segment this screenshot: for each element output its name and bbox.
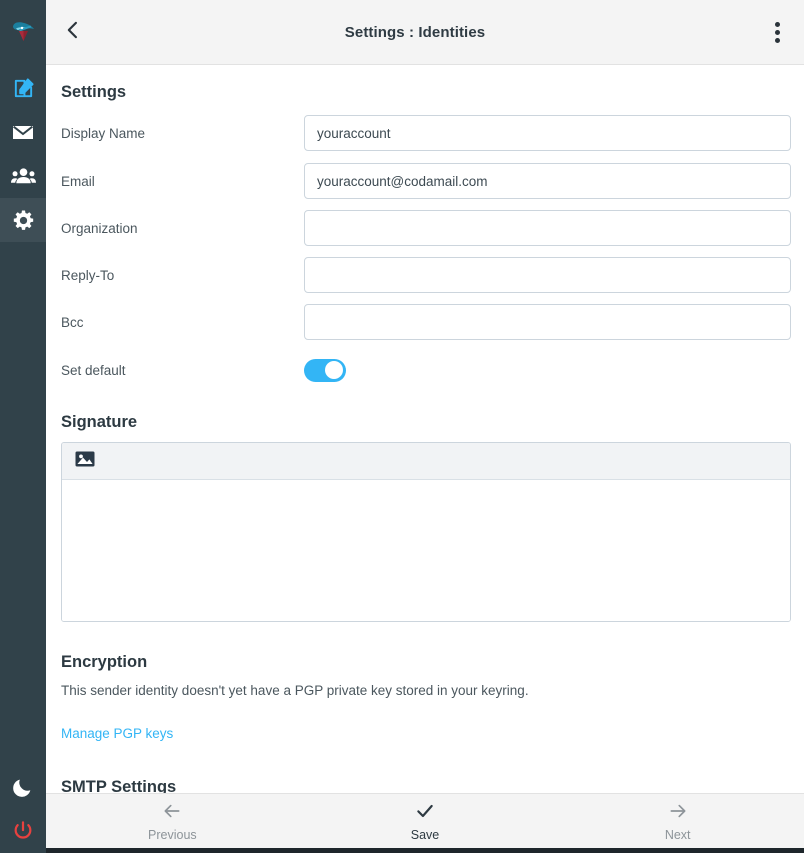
manage-pgp-keys-link[interactable]: Manage PGP keys — [61, 726, 173, 741]
dots-vertical-icon — [774, 37, 780, 43]
signature-section-heading: Signature — [61, 413, 138, 431]
insert-image-button[interactable] — [74, 450, 96, 472]
sidebar-item-contacts[interactable] — [0, 154, 46, 198]
field-row-bcc: Bcc — [61, 304, 791, 340]
app-window: Settings : Identities Settings Display N… — [0, 0, 804, 853]
power-icon — [12, 820, 34, 842]
reply-to-label: Reply-To — [61, 267, 115, 283]
field-row-set-default: Set default — [61, 352, 791, 388]
email-input[interactable] — [304, 163, 791, 199]
moon-icon — [12, 776, 34, 798]
field-row-email: Email — [61, 163, 791, 199]
set-default-toggle-wrap — [304, 358, 791, 382]
organization-label: Organization — [61, 220, 138, 236]
check-icon — [414, 801, 436, 826]
encryption-message: This sender identity doesn't yet have a … — [61, 683, 529, 698]
signature-editor — [61, 442, 791, 622]
people-icon — [10, 164, 36, 189]
sidebar-item-mail[interactable] — [0, 110, 46, 154]
gear-icon — [12, 209, 35, 232]
display-name-input[interactable] — [304, 115, 791, 151]
organization-input[interactable] — [304, 210, 791, 246]
set-default-label: Set default — [61, 362, 126, 378]
settings-identities-panel: Settings Display Name Email Organization… — [46, 65, 804, 853]
next-label: Next — [664, 827, 691, 842]
page-header: Settings : Identities — [46, 0, 804, 65]
dots-vertical-icon — [774, 29, 780, 35]
sidebar-item-dark-mode[interactable] — [0, 765, 46, 809]
bcc-label: Bcc — [61, 314, 84, 330]
compose-pencil-icon — [12, 77, 35, 100]
field-row-reply-to: Reply-To — [61, 257, 791, 293]
dots-vertical-icon — [774, 21, 780, 27]
email-label: Email — [61, 173, 95, 189]
save-label: Save — [410, 827, 440, 842]
bcc-input[interactable] — [304, 304, 791, 340]
set-default-toggle[interactable] — [304, 358, 346, 382]
previous-label: Previous — [148, 827, 197, 842]
display-name-label: Display Name — [61, 125, 146, 141]
save-button[interactable]: Save — [299, 801, 552, 842]
insert-image-icon — [75, 450, 95, 473]
more-options-button[interactable] — [750, 0, 804, 64]
sidebar-item-settings[interactable] — [0, 198, 46, 242]
page-title: Settings : Identities — [344, 23, 486, 41]
signature-toolbar — [62, 443, 790, 480]
codamail-logo-icon — [10, 20, 36, 46]
footer-actions: Previous Save Next — [46, 793, 804, 848]
window-bottom-strip — [46, 848, 804, 853]
sidebar — [0, 0, 46, 853]
envelope-icon — [11, 120, 35, 144]
app-logo[interactable] — [0, 0, 46, 66]
sidebar-item-logout[interactable] — [0, 809, 46, 853]
field-row-organization: Organization — [61, 210, 791, 246]
signature-input[interactable] — [62, 480, 790, 621]
settings-section-heading: Settings — [61, 83, 127, 101]
next-button[interactable]: Next — [551, 801, 804, 842]
arrow-right-icon — [667, 801, 689, 826]
sidebar-item-compose[interactable] — [0, 66, 46, 110]
encryption-section-heading: Encryption — [61, 653, 148, 671]
previous-button[interactable]: Previous — [46, 801, 299, 842]
reply-to-input[interactable] — [304, 257, 791, 293]
arrow-left-icon — [161, 801, 183, 826]
field-row-display-name: Display Name — [61, 115, 791, 151]
